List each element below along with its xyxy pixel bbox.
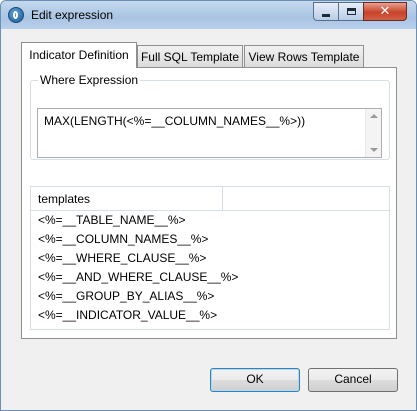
where-expression-label: Where Expression bbox=[38, 73, 141, 87]
edit-expression-dialog: Edit expression ✕ Indicator Definition F… bbox=[0, 0, 417, 411]
scroll-down-arrow-icon[interactable] bbox=[370, 148, 378, 152]
column-header-empty[interactable] bbox=[223, 187, 389, 210]
tab-indicator-definition[interactable]: Indicator Definition bbox=[21, 42, 137, 68]
table-row[interactable]: <%=__COLUMN_NAMES__%> bbox=[31, 230, 389, 249]
templates-table: templates <%=__TABLE_NAME__%> <%=__COLUM… bbox=[30, 186, 390, 330]
minimize-icon bbox=[322, 13, 330, 17]
table-row[interactable]: <%=__AND_WHERE_CLAUSE__%> bbox=[31, 268, 389, 287]
title-bar[interactable]: Edit expression ✕ bbox=[1, 1, 416, 29]
maximize-button[interactable] bbox=[338, 2, 364, 21]
indicator-definition-panel: Where Expression MAX(LENGTH(<%=__COLUMN_… bbox=[21, 67, 397, 339]
app-icon bbox=[8, 7, 24, 23]
column-header-templates[interactable]: templates bbox=[31, 187, 223, 210]
close-button[interactable]: ✕ bbox=[363, 2, 407, 21]
maximize-icon bbox=[346, 8, 356, 15]
table-header: templates bbox=[31, 187, 389, 211]
close-icon: ✕ bbox=[379, 4, 391, 19]
table-row[interactable]: <%=__TABLE_NAME__%> bbox=[31, 211, 389, 230]
table-row[interactable]: <%=__GROUP_BY_ALIAS__%> bbox=[31, 287, 389, 306]
tab-full-sql-template[interactable]: Full SQL Template bbox=[137, 45, 243, 67]
ok-button[interactable]: OK bbox=[210, 368, 300, 392]
scroll-up-arrow-icon[interactable] bbox=[370, 114, 378, 118]
where-expression-value[interactable]: MAX(LENGTH(<%=__COLUMN_NAMES__%>)) bbox=[44, 114, 305, 128]
expression-scrollbar[interactable] bbox=[365, 109, 381, 157]
cancel-button[interactable]: Cancel bbox=[308, 368, 398, 392]
table-row[interactable]: <%=__INDICATOR_VALUE__%> bbox=[31, 306, 389, 325]
tab-view-rows-template[interactable]: View Rows Template bbox=[244, 45, 364, 67]
where-expression-input[interactable]: MAX(LENGTH(<%=__COLUMN_NAMES__%>)) bbox=[37, 108, 382, 158]
table-row[interactable]: <%=__WHERE_CLAUSE__%> bbox=[31, 249, 389, 268]
window-title: Edit expression bbox=[31, 8, 114, 22]
minimize-button[interactable] bbox=[313, 2, 339, 21]
table-body: <%=__TABLE_NAME__%> <%=__COLUMN_NAMES__%… bbox=[31, 211, 389, 325]
